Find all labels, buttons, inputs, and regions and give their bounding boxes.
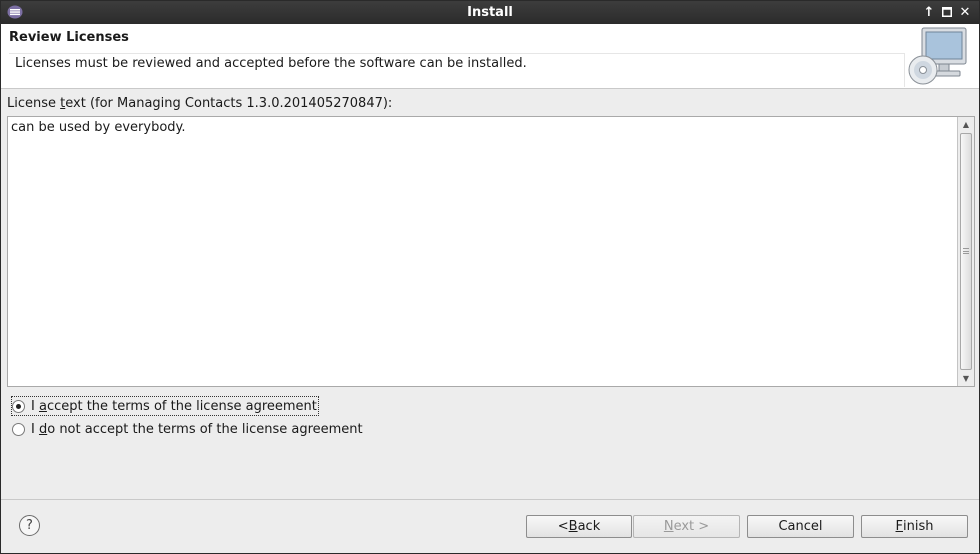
window-title: Install: [467, 5, 513, 20]
radio-checked-icon: [12, 399, 25, 413]
maximize-icon[interactable]: [939, 4, 955, 20]
license-label-part: ext (for Managing Contacts 1.3.0.2014052…: [65, 96, 393, 111]
decline-label: I do not accept the terms of the license…: [31, 422, 363, 437]
accept-label-part: ccept the terms of the license agreement: [46, 398, 317, 414]
page-description: Licenses must be reviewed and accepted b…: [15, 56, 527, 71]
finish-button[interactable]: Finish: [861, 515, 968, 538]
decline-label-mnemonic: d: [38, 421, 48, 437]
scroll-down-icon[interactable]: ▼: [958, 372, 974, 385]
wizard-header: Review Licenses Licenses must be reviewe…: [1, 24, 979, 89]
back-button[interactable]: < Back: [526, 515, 632, 538]
back-label-part: ack: [577, 519, 601, 534]
page-title: Review Licenses: [9, 30, 129, 45]
scroll-thumb[interactable]: [960, 133, 972, 370]
button-bar-separator: [1, 499, 979, 500]
accept-label: I accept the terms of the license agreem…: [31, 399, 317, 414]
license-text-area[interactable]: can be used by everybody. ▲ ▼: [7, 116, 975, 387]
license-label-part: License: [7, 96, 61, 111]
computer-cd-icon: [906, 26, 976, 86]
decline-label-part: I: [31, 421, 39, 437]
decline-label-part: o not accept the terms of the license ag…: [47, 421, 363, 437]
accept-label-mnemonic: a: [38, 398, 47, 414]
back-label-mnemonic: B: [568, 519, 578, 534]
next-button[interactable]: Next >: [633, 515, 740, 538]
next-label-part: ext >: [673, 519, 710, 534]
finish-label-part: inish: [903, 519, 934, 534]
install-dialog: Install ↑ ✕ Review Licenses Licenses mus…: [0, 0, 980, 554]
accept-license-radio[interactable]: I accept the terms of the license agreem…: [11, 396, 319, 416]
next-label-mnemonic: N: [663, 519, 674, 534]
accept-label-part: I: [31, 398, 39, 414]
vertical-scrollbar[interactable]: ▲ ▼: [957, 117, 974, 386]
radio-unchecked-icon: [12, 422, 25, 436]
license-text: can be used by everybody.: [11, 120, 186, 135]
scroll-grip-icon: [963, 248, 969, 254]
finish-label-mnemonic: F: [895, 519, 903, 534]
decline-license-radio[interactable]: I do not accept the terms of the license…: [12, 420, 363, 438]
cancel-button[interactable]: Cancel: [747, 515, 854, 538]
scroll-up-icon[interactable]: ▲: [958, 118, 974, 131]
title-bar: Install ↑ ✕: [1, 1, 979, 24]
close-icon[interactable]: ✕: [957, 4, 973, 20]
back-label-part: <: [557, 519, 569, 534]
description-box: Licenses must be reviewed and accepted b…: [9, 53, 905, 87]
up-arrow-icon[interactable]: ↑: [921, 4, 937, 20]
help-icon[interactable]: ?: [19, 515, 40, 536]
license-text-label: License text (for Managing Contacts 1.3.…: [7, 96, 392, 111]
